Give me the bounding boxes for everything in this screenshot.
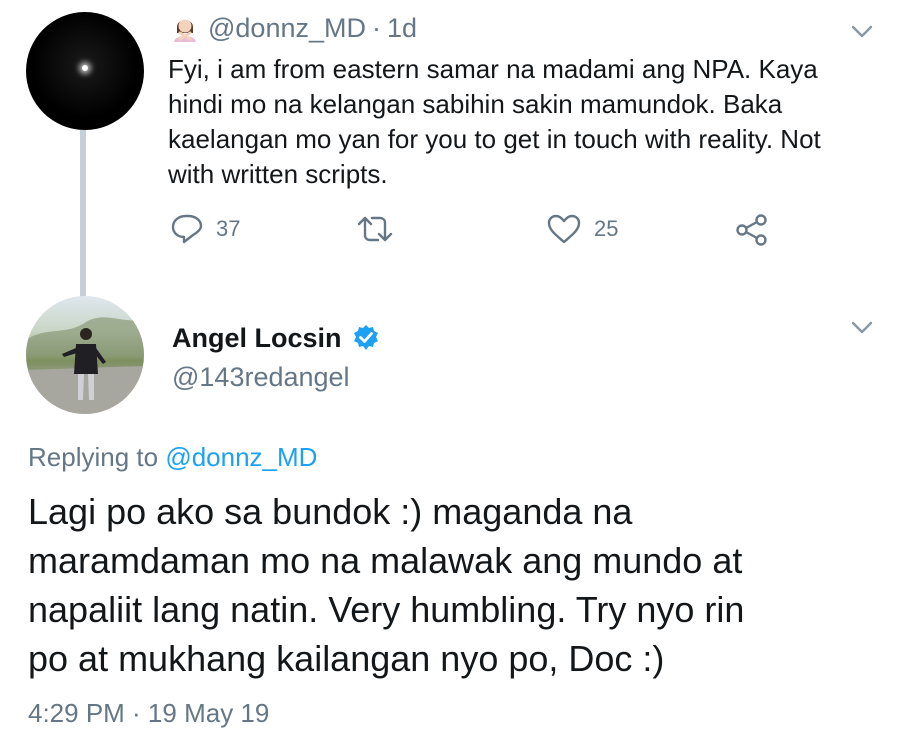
tweet2-timestamp[interactable]: 4:29 PM · 19 May 19 (28, 698, 269, 729)
like-button[interactable]: 25 (546, 213, 618, 245)
tweet1-header: @donnz_MD · 1d (172, 12, 417, 44)
tweet1-separator: · (371, 12, 381, 43)
replying-to-mention[interactable]: @donnz_MD (165, 442, 317, 472)
donnz-avatar[interactable] (26, 12, 144, 130)
retweet-icon (357, 216, 393, 242)
tweet2-chevron-down-icon[interactable] (850, 320, 874, 336)
share-icon (736, 214, 767, 246)
reply-button[interactable]: 37 (170, 213, 240, 245)
angel-locsin-avatar[interactable] (26, 296, 144, 414)
person-gesturing-no-emoji-icon (172, 14, 198, 42)
tweet1-actions: 37 25 (0, 210, 900, 250)
reply-count: 37 (216, 216, 241, 241)
tweet1-text: Fyi, i am from eastern samar na madami a… (168, 54, 821, 189)
like-count: 25 (594, 216, 619, 241)
replying-to-line: Replying to @donnz_MD (28, 442, 317, 473)
tweet2-text: Lagi po ako sa bundok :) maganda na mara… (28, 491, 745, 679)
tweet2-author-name-row: Angel Locsin (172, 320, 380, 356)
replying-to-label: Replying to (28, 442, 166, 472)
avatar-light-spot (82, 65, 88, 71)
heart-icon (547, 214, 581, 244)
tweet2-handle[interactable]: @143redangel (172, 362, 350, 393)
avatar-photo-figure (26, 317, 144, 414)
reply-icon (171, 214, 203, 244)
tweet1-chevron-down-icon[interactable] (850, 24, 874, 40)
retweet-button[interactable] (356, 213, 406, 245)
tweet1-handle[interactable]: @donnz_MD (208, 13, 366, 44)
tweet2-author-name[interactable]: Angel Locsin (172, 323, 342, 354)
verified-badge-icon (353, 325, 378, 350)
share-button[interactable] (734, 213, 782, 247)
tweet1-time[interactable]: 1d (387, 13, 417, 44)
